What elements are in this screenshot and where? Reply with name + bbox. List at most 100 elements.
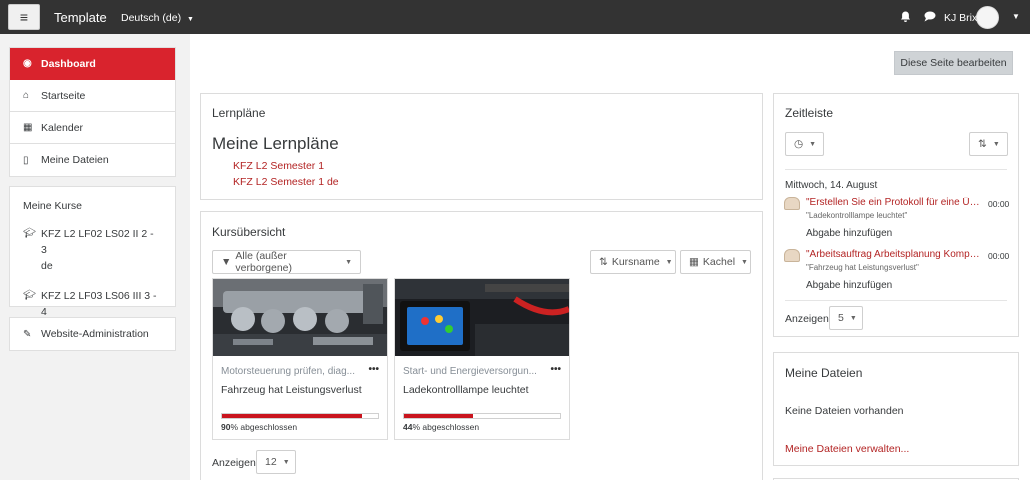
no-files-text: Keine Dateien vorhanden [785, 405, 904, 417]
timeline-event-link[interactable]: "Arbeitsauftrag Arbeitsplanung Kompre... [806, 249, 982, 260]
sort-label: Kursname [611, 256, 660, 268]
manage-files-link[interactable]: Meine Dateien verwalten... [785, 443, 909, 455]
wrench-icon: ✎ [23, 328, 32, 340]
main-nav: ◉ Dashboard ⌂ Startseite ▦ Kalender ▯ Me… [9, 47, 176, 177]
timeline-event-link[interactable]: "Erstellen Sie ein Protokoll für eine Üb… [806, 197, 982, 208]
learning-plan-link[interactable]: KFZ L2 Semester 1 de [233, 176, 339, 188]
hamburger-icon: ≡ [19, 9, 29, 25]
my-courses-nav: Meine Kurse 🎓︎ KFZ L2 LF02 LS02 II 2 - 3… [9, 186, 176, 334]
block-title: Zeitleiste [785, 106, 834, 120]
learning-plans-block: Lernpläne Meine Lernpläne KFZ L2 Semeste… [200, 93, 763, 200]
timeline-block: Zeitleiste ◷ ▼ ⇅ ▼ Mittwoch, 14. August … [773, 93, 1019, 337]
main-region: Diese Seite bearbeiten Lernpläne Meine L… [190, 34, 1030, 480]
progress-bar [221, 413, 379, 419]
course-label: KFZ L2 LF03 LS06 III 3 - 4 [41, 290, 157, 318]
chevron-down-icon[interactable]: ▼ [1012, 12, 1020, 21]
more-icon[interactable]: ••• [368, 364, 379, 375]
progress-fill [222, 414, 363, 418]
chevron-down-icon: ▼ [345, 258, 352, 266]
nav-item-label: Website-Administration [41, 328, 149, 340]
view-dropdown[interactable]: ▦ Kachel ▼ [680, 250, 751, 274]
nav-item-label: Startseite [41, 89, 86, 102]
page-size-value: 5 [838, 312, 844, 324]
nav-item-kalender[interactable]: ▦ Kalender [10, 112, 175, 144]
language-menu[interactable]: Deutsch (de) ▼ [121, 12, 194, 24]
nav-item-website-admin[interactable]: ✎ Website-Administration [10, 318, 175, 350]
sort-icon: ⇅ [599, 256, 608, 268]
chevron-down-icon: ▼ [187, 16, 194, 23]
divider [785, 300, 1007, 301]
course-category: Start- und Energieversorgun... [403, 366, 537, 377]
timeline-event-action[interactable]: Abgabe hinzufügen [806, 280, 892, 291]
timeline-event-time: 00:00 [988, 199, 1010, 209]
chevron-down-icon: ▼ [849, 314, 857, 322]
progress-text: 44% abgeschlossen [403, 422, 480, 432]
course-name[interactable]: Fahrzeug hat Leistungsverlust [221, 384, 362, 396]
file-icon: ▯ [23, 154, 29, 166]
top-navbar: ≡ Template Deutsch (de) ▼ KJ Brix ▼ [0, 0, 1030, 34]
chevron-down-icon: ▼ [665, 258, 673, 266]
timeline-event-action[interactable]: Abgabe hinzufügen [806, 228, 892, 239]
chevron-down-icon: ▼ [992, 140, 1000, 148]
bell-icon[interactable] [900, 11, 911, 26]
course-card[interactable]: Start- und Energieversorgun... ••• Ladek… [394, 278, 570, 440]
nav-drawer: ◉ Dashboard ⌂ Startseite ▦ Kalender ▯ Me… [0, 34, 190, 480]
edit-page-button[interactable]: Diese Seite bearbeiten [894, 51, 1013, 75]
progress-fill [404, 414, 473, 418]
progress-bar [403, 413, 561, 419]
block-title: Meine Dateien [785, 366, 863, 380]
more-icon[interactable]: ••• [550, 364, 561, 375]
filter-label: Alle (außer verborgene) [235, 250, 293, 274]
timeline-date: Mittwoch, 14. August [785, 180, 878, 191]
block-title: Kursübersicht [212, 225, 286, 239]
course-label-cont: de [41, 260, 53, 272]
assignment-icon [784, 249, 800, 262]
view-label: Kachel [702, 256, 736, 268]
chevron-down-icon: ▼ [282, 458, 290, 466]
course-label: KFZ L2 LF02 LS02 II 2 - 3 [41, 228, 154, 256]
page-size-value: 12 [265, 456, 277, 468]
course-overview-block: Kursübersicht ▼ Alle (außer verborgene) … [200, 211, 763, 480]
show-label: Anzeigen [785, 313, 829, 325]
course-image-dashboard[interactable] [395, 279, 569, 356]
nav-item-meine-dateien[interactable]: ▯ Meine Dateien [10, 144, 175, 176]
nav-item-startseite[interactable]: ⌂ Startseite [10, 80, 175, 112]
filter-dropdown[interactable]: ▼ Alle (außer verborgene) ▼ [212, 250, 361, 274]
nav-course-item[interactable]: 🎓︎ KFZ L2 LF02 LS02 II 2 - 3 de [10, 220, 175, 282]
admin-nav: ✎ Website-Administration [9, 317, 176, 351]
sort-dropdown[interactable]: ⇅ Kursname ▼ [590, 250, 676, 274]
chat-icon[interactable] [924, 11, 936, 25]
course-category: Motorsteuerung prüfen, diag... [221, 366, 355, 377]
filter-icon: ▼ [221, 256, 232, 268]
progress-text: 90% abgeschlossen [221, 422, 298, 432]
timeline-page-size-dropdown[interactable]: 5 ▼ [829, 306, 863, 330]
language-label: Deutsch (de) [121, 12, 182, 24]
block-title: Lernpläne [212, 106, 266, 120]
dashboard-icon: ◉ [23, 58, 32, 69]
timeline-event-time: 00:00 [988, 251, 1010, 261]
calendar-icon: ▦ [23, 122, 33, 133]
user-name[interactable]: KJ Brix [944, 12, 977, 24]
nav-item-label: Dashboard [41, 57, 96, 70]
course-image-engine[interactable] [213, 279, 387, 356]
site-brand[interactable]: Template [54, 10, 107, 25]
grid-icon: ▦ [689, 256, 699, 268]
chevron-down-icon: ▼ [741, 258, 748, 266]
learning-plan-link[interactable]: KFZ L2 Semester 1 [233, 160, 324, 172]
menu-toggle-button[interactable]: ≡ [8, 4, 40, 30]
course-name[interactable]: Ladekontrolllampe leuchtet [403, 384, 529, 396]
show-label: Anzeigen [212, 457, 256, 469]
nav-item-label: Kalender [41, 121, 84, 134]
chevron-down-icon: ▼ [809, 140, 817, 148]
nav-item-dashboard[interactable]: ◉ Dashboard [10, 48, 175, 80]
graduation-cap-icon: 🎓︎ [23, 228, 36, 239]
page-size-dropdown[interactable]: 12 ▼ [256, 450, 296, 474]
course-card[interactable]: Motorsteuerung prüfen, diag... ••• Fahrz… [212, 278, 388, 440]
clock-icon: ◷ [794, 138, 804, 150]
home-icon: ⌂ [23, 90, 30, 101]
assignment-icon [784, 197, 800, 210]
avatar[interactable] [976, 6, 999, 29]
timeline-filter-dropdown[interactable]: ◷ ▼ [785, 132, 824, 156]
timeline-event-course: "Ladekontrolllampe leuchtet" [806, 211, 908, 220]
timeline-sort-dropdown[interactable]: ⇅ ▼ [969, 132, 1008, 156]
